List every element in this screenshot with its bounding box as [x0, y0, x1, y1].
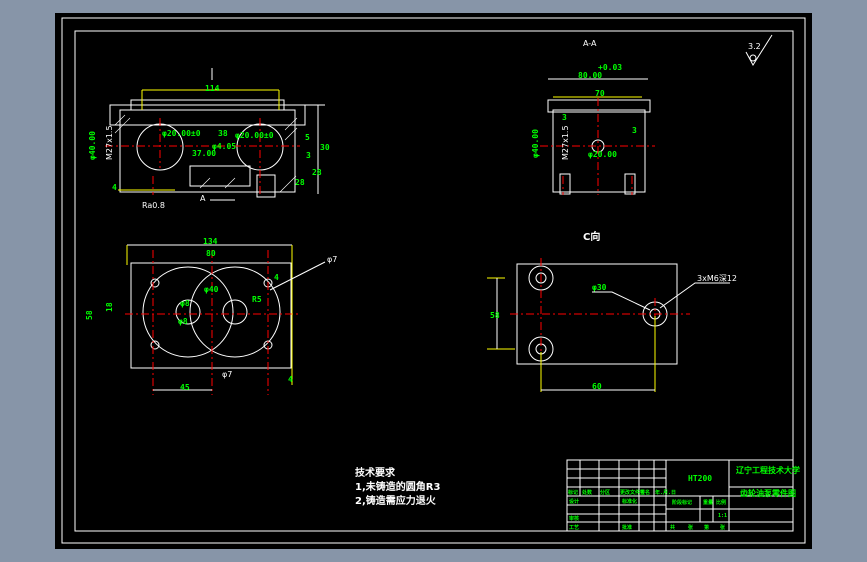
dim: 3	[562, 113, 567, 122]
label: 批准	[622, 524, 632, 531]
part-name: 齿轮油泵零件图	[740, 488, 796, 498]
dim: φ40.00	[531, 129, 540, 158]
dim: 38	[218, 129, 228, 138]
label: 阶段标记	[672, 499, 692, 506]
dim: 5	[305, 133, 310, 142]
label: 年.月.日	[655, 489, 676, 496]
dim: 3xM6深12	[697, 274, 737, 283]
dim: M27x1.5	[105, 125, 114, 160]
dim: φ20.00±0	[162, 129, 201, 138]
dim: M27x1.5	[561, 125, 570, 160]
label: 设计	[569, 498, 579, 505]
dim: 58	[85, 310, 94, 320]
label: 签名	[639, 489, 650, 496]
dim: 58	[490, 311, 500, 320]
dim: φ7	[222, 370, 232, 379]
roughness-note: Ra0.8	[142, 201, 165, 210]
label: 分区	[600, 489, 610, 496]
dim: +0.03	[598, 63, 622, 72]
dim: φ7	[327, 255, 337, 264]
label: 共	[670, 524, 675, 531]
view-label: C向	[583, 230, 600, 243]
label: 处数	[581, 489, 593, 496]
dim: 114	[205, 84, 220, 93]
label: 比例	[716, 499, 726, 506]
dim: φ20.00±0	[235, 131, 274, 140]
dim: 80	[206, 249, 216, 258]
dim: R5	[252, 295, 262, 304]
dim: 4	[112, 183, 117, 192]
tech-req-title: 技术要求	[355, 466, 396, 479]
label: 标记	[567, 489, 578, 496]
material: HT200	[688, 474, 712, 483]
dim: φ40	[204, 285, 219, 294]
label: 第	[704, 524, 709, 531]
svg-text:3.2: 3.2	[748, 42, 761, 51]
dim: 4	[288, 375, 293, 384]
dim: 3	[306, 151, 311, 160]
dim: φ8	[178, 317, 188, 326]
dim: 80.00	[578, 71, 602, 80]
dim: 28	[312, 168, 322, 177]
tech-req-item: 2,铸造需应力退火	[355, 494, 437, 507]
dim: 45	[180, 383, 190, 392]
datum-label: A	[200, 194, 206, 203]
label: 重量	[703, 499, 713, 506]
dim: 60	[592, 382, 602, 391]
dim: 18	[105, 302, 114, 312]
label: 工艺	[569, 524, 579, 531]
dim: φ4.05	[212, 142, 236, 151]
section-label: A-A	[583, 39, 597, 48]
cad-drawing-sheet: 114 φ40.00 M27x1.5 φ20.00±0 φ20.00±0 37.…	[55, 13, 812, 549]
label: 审核	[569, 515, 579, 522]
dim: 134	[203, 237, 218, 246]
dim: φ30	[592, 283, 607, 292]
dim: 70	[595, 89, 605, 98]
school-name: 辽宁工程技术大学	[736, 465, 800, 475]
dim: 30	[320, 143, 330, 152]
dim: φ40.00	[88, 131, 97, 160]
label: 标准化	[621, 498, 637, 505]
dim: 28	[295, 178, 305, 187]
tech-req-item: 1,未铸造的圆角R3	[355, 480, 440, 493]
dim: 4	[274, 273, 279, 282]
dim: φ8	[180, 299, 190, 308]
dim: 3	[632, 126, 637, 135]
scale-value: 1:1	[718, 513, 727, 519]
dim: φ20.00	[588, 150, 617, 159]
